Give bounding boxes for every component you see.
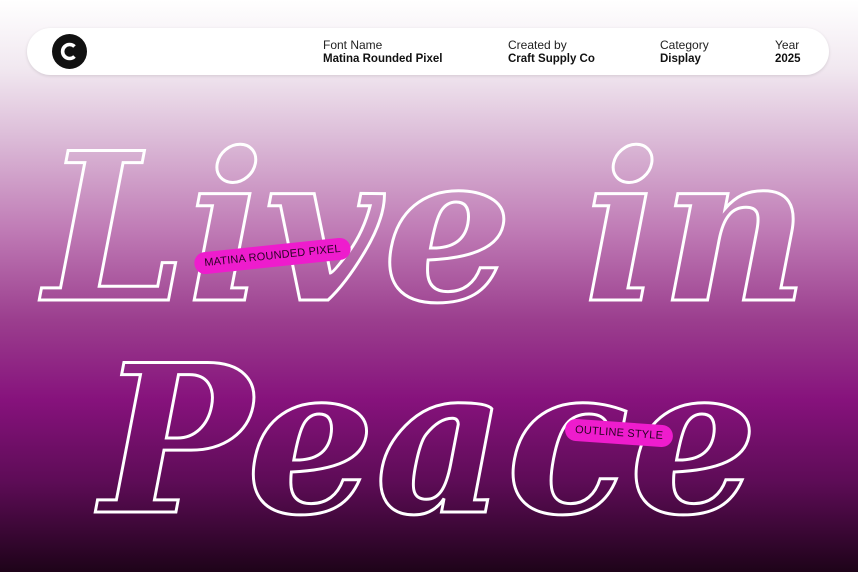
headline-line-1: Live in <box>39 109 809 349</box>
headline-art: Live in Peace <box>38 108 811 563</box>
